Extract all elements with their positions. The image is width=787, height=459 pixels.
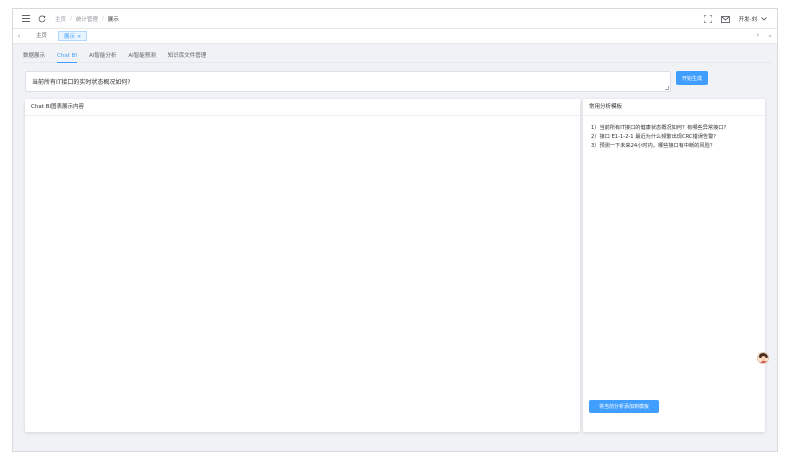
user-menu[interactable]: 开发-刘 (739, 15, 758, 23)
breadcrumb-stats[interactable]: 统计管理 (76, 15, 98, 23)
templates-panel-title: 常用分析模板 (583, 99, 765, 116)
chart-panel-title: Chat BI图表展示内容 (25, 99, 580, 116)
tag-active[interactable]: 展示 × (58, 31, 88, 41)
close-icon[interactable]: × (77, 34, 81, 40)
breadcrumb-separator: / (70, 15, 72, 22)
fullscreen-icon[interactable] (703, 14, 713, 24)
add-to-template-button[interactable]: 将当前分析添加到模板 (589, 400, 659, 413)
chevron-down-icon[interactable]: ⌄ (767, 31, 773, 39)
generate-button[interactable]: 开始生成 (676, 71, 708, 85)
tab-ai-prediction[interactable]: AI智能预测 (128, 51, 155, 63)
question-input[interactable]: 当前所有IT接口的实时状态概况如何? (25, 71, 671, 92)
refresh-icon[interactable] (37, 14, 47, 24)
navbar-right: 开发-刘 (703, 9, 770, 29)
tab-data-display[interactable]: 数据展示 (23, 51, 45, 63)
tags-view: ‹ 主页 展示 × › ⌄ (13, 29, 777, 44)
avatar-shirt (760, 361, 768, 363)
resize-handle-icon[interactable] (665, 86, 669, 90)
chart-display-panel: Chat BI图表展示内容 (25, 99, 580, 432)
breadcrumb-home[interactable]: 主页 (55, 15, 66, 23)
template-item[interactable]: 2）接口 E1-1-2-1 最近为什么频繁出现CRC错误告警？ (591, 133, 757, 142)
tags-controls: › ⌄ (756, 31, 773, 39)
templates-panel: 常用分析模板 1）当前所有IT接口的健康状态概况如何？有哪些异常接口？ 2）接口… (583, 99, 765, 432)
breadcrumb-current: 展示 (107, 16, 119, 23)
template-item[interactable]: 3）预测一下未来24小时内，哪些接口有中断的风险？ (591, 142, 757, 151)
chevron-right-icon[interactable]: › (756, 31, 759, 39)
chevron-left-icon[interactable]: ‹ (13, 32, 25, 40)
top-navbar: 主页 / 统计管理 / 展示 开发-刘 (13, 9, 777, 29)
template-item[interactable]: 1）当前所有IT接口的健康状态概况如何？有哪些异常接口？ (591, 124, 757, 133)
tag-active-label: 展示 (64, 34, 76, 40)
breadcrumb: 主页 / 统计管理 / 展示 (55, 15, 119, 23)
tag-home[interactable]: 主页 (31, 31, 52, 41)
breadcrumb-separator: / (101, 15, 104, 22)
tab-knowledge-files[interactable]: 知识库文件管理 (168, 51, 207, 63)
chevron-down-icon[interactable] (759, 14, 769, 24)
assistant-avatar-icon[interactable] (757, 352, 769, 364)
app-window: 主页 / 统计管理 / 展示 开发-刘 ‹ 主页 展示 × › ⌄ 数据展示 C… (12, 8, 778, 452)
hamburger-menu-icon[interactable] (21, 14, 31, 24)
template-list: 1）当前所有IT接口的健康状态概况如何？有哪些异常接口？ 2）接口 E1-1-2… (583, 116, 765, 151)
question-text: 当前所有IT接口的实时状态概况如何? (32, 79, 131, 86)
tab-ai-analysis[interactable]: AI智能分析 (89, 51, 116, 63)
tab-chat-bi[interactable]: Chat BI (57, 51, 78, 63)
subtabs: 数据展示 Chat BI AI智能分析 AI智能预测 知识库文件管理 (23, 51, 771, 63)
mail-icon[interactable] (721, 14, 731, 24)
